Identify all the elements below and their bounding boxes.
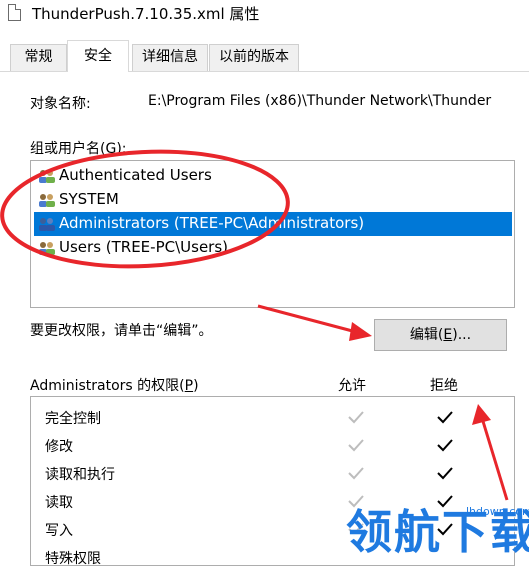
tab-previous-versions[interactable]: 以前的版本 [209, 44, 299, 71]
list-item-system[interactable]: SYSTEM [34, 188, 512, 212]
tab-general[interactable]: 常规 [10, 44, 67, 71]
user-group-icon [39, 170, 55, 183]
tab-security[interactable]: 安全 [67, 40, 129, 72]
permissions-title: Administrators 的权限(P) [30, 378, 199, 394]
check-icon [437, 411, 453, 424]
object-name-value: E:\Program Files (x86)\Thunder Network\T… [148, 93, 492, 109]
permission-row-modify: 修改 [31, 432, 514, 460]
user-group-icon [39, 194, 55, 207]
user-group-icon [39, 242, 55, 255]
check-icon [348, 467, 364, 480]
check-icon [348, 411, 364, 424]
permission-name: 完全控制 [45, 411, 101, 427]
permission-name: 读取和执行 [45, 467, 115, 483]
change-permissions-hint: 要更改权限，请单击“编辑”。 [30, 323, 213, 339]
list-item-authenticated-users[interactable]: Authenticated Users [34, 164, 512, 188]
check-icon [348, 439, 364, 452]
allow-column-header: 允许 [338, 378, 366, 394]
groups-label: 组或用户名(G): [30, 141, 127, 157]
list-item-label: Administrators (TREE-PC\Administrators) [59, 214, 365, 232]
window-title: ThunderPush.7.10.35.xml 属性 [32, 5, 260, 23]
list-item-label: SYSTEM [59, 190, 119, 208]
annotation-arrowhead-edit [349, 322, 372, 341]
permission-row-full-control: 完全控制 [31, 404, 514, 432]
list-item-administrators[interactable]: Administrators (TREE-PC\Administrators) [34, 212, 512, 236]
permission-name: 特殊权限 [45, 551, 101, 567]
tab-strip: 常规 安全 详细信息 以前的版本 [0, 40, 529, 72]
tab-details[interactable]: 详细信息 [132, 44, 208, 71]
user-group-icon [39, 218, 55, 231]
permission-name: 写入 [45, 523, 73, 539]
groups-listbox[interactable]: Authenticated Users SYSTEM Administrator… [30, 160, 515, 308]
list-item-label: Users (TREE-PC\Users) [59, 238, 229, 256]
permission-name: 读取 [45, 495, 73, 511]
deny-column-header: 拒绝 [430, 378, 458, 394]
permission-name: 修改 [45, 439, 73, 455]
permission-row-read-execute: 读取和执行 [31, 460, 514, 488]
title-bar: ThunderPush.7.10.35.xml 属性 [0, 0, 529, 28]
edit-button[interactable]: 编辑(E)... [374, 319, 507, 351]
object-name-label: 对象名称: [30, 96, 91, 112]
check-icon [437, 467, 453, 480]
document-icon [8, 4, 21, 21]
annotation-arrow-edit [257, 304, 361, 335]
list-item-label: Authenticated Users [59, 166, 212, 184]
list-item-users[interactable]: Users (TREE-PC\Users) [34, 236, 512, 260]
watermark-site: lhdown.com [466, 505, 529, 518]
check-icon [437, 439, 453, 452]
